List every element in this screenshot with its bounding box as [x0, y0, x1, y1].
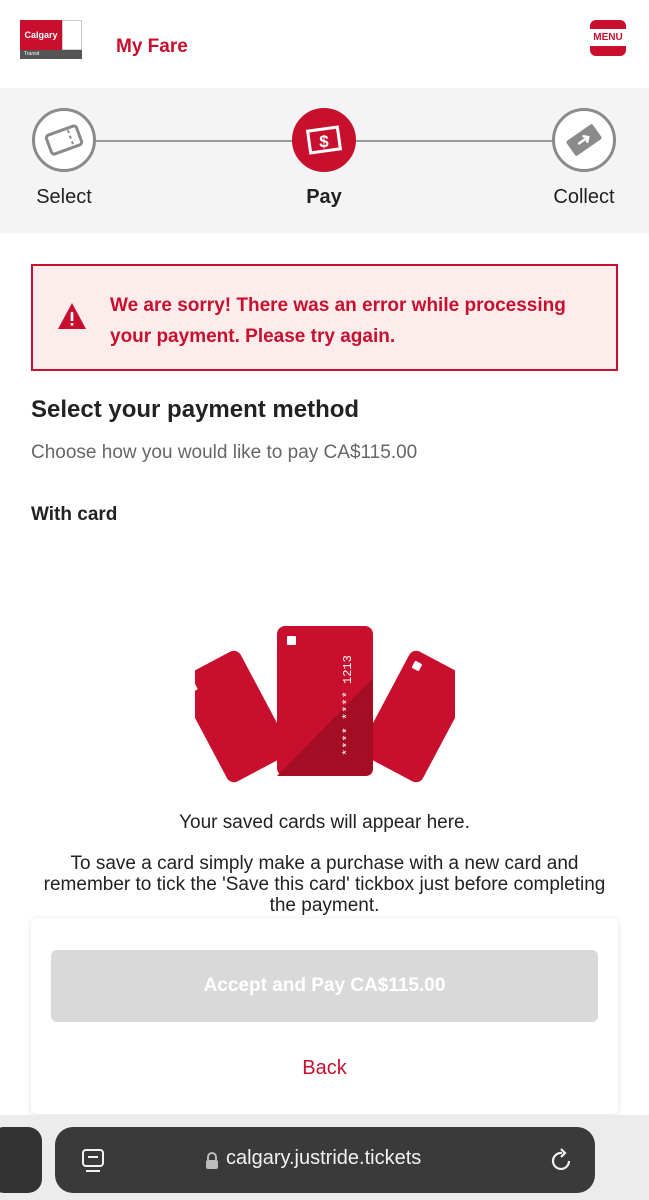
error-message: We are sorry! There was an error while p…: [110, 295, 566, 347]
logo-seal-icon: [62, 20, 82, 50]
card-number-masked: **** **** 1213: [341, 655, 355, 756]
step-collect-circle: [552, 108, 616, 172]
tab-overview-icon[interactable]: [81, 1147, 107, 1175]
step-pay-label: Pay: [306, 186, 342, 208]
stepper-connector: [96, 140, 292, 142]
back-link[interactable]: Back: [31, 1057, 618, 1080]
progress-stepper: $ Select Pay Collect: [0, 88, 649, 233]
calgary-transit-logo[interactable]: Calgary Transit: [20, 20, 82, 60]
logo-wordmark: Calgary: [20, 20, 62, 50]
warning-triangle-icon: [58, 303, 86, 329]
previous-tab[interactable]: [0, 1127, 42, 1193]
browser-toolbar: calgary.justride.tickets: [0, 1115, 649, 1200]
stepper-connector: [356, 140, 552, 142]
app-header: Calgary Transit My Fare MENU: [0, 0, 649, 88]
actions-panel: Accept and Pay CA$115.00 Back: [31, 918, 618, 1114]
menu-button[interactable]: MENU: [590, 20, 626, 56]
dollar-bill-icon: $: [305, 125, 343, 155]
step-select-circle: [32, 108, 96, 172]
app-title: My Fare: [116, 36, 188, 57]
reload-icon[interactable]: [549, 1147, 575, 1175]
address-bar[interactable]: calgary.justride.tickets: [55, 1127, 595, 1193]
menu-label: MENU: [590, 29, 626, 46]
page-subtitle: Choose how you would like to pay CA$115.…: [31, 442, 418, 463]
page-title: Select your payment method: [31, 396, 360, 423]
empty-cards-hint: To save a card simply make a purchase wi…: [43, 853, 606, 916]
lock-icon: [206, 1152, 218, 1169]
collect-ticket-icon: [566, 124, 602, 156]
saved-cards-illustration-icon: **** **** 1213: [195, 626, 455, 783]
step-collect-label: Collect: [553, 186, 615, 208]
accept-and-pay-button[interactable]: Accept and Pay CA$115.00: [51, 950, 598, 1022]
ticket-icon: [44, 124, 84, 156]
svg-text:$: $: [319, 132, 329, 151]
error-banner: We are sorry! There was an error while p…: [31, 264, 618, 371]
step-select-label: Select: [36, 186, 92, 208]
url-text: calgary.justride.tickets: [226, 1147, 422, 1169]
step-pay-circle: $: [292, 108, 356, 172]
empty-cards-title: Your saved cards will appear here.: [179, 812, 470, 833]
with-card-heading: With card: [31, 504, 118, 525]
logo-subtext: Transit: [20, 50, 82, 59]
